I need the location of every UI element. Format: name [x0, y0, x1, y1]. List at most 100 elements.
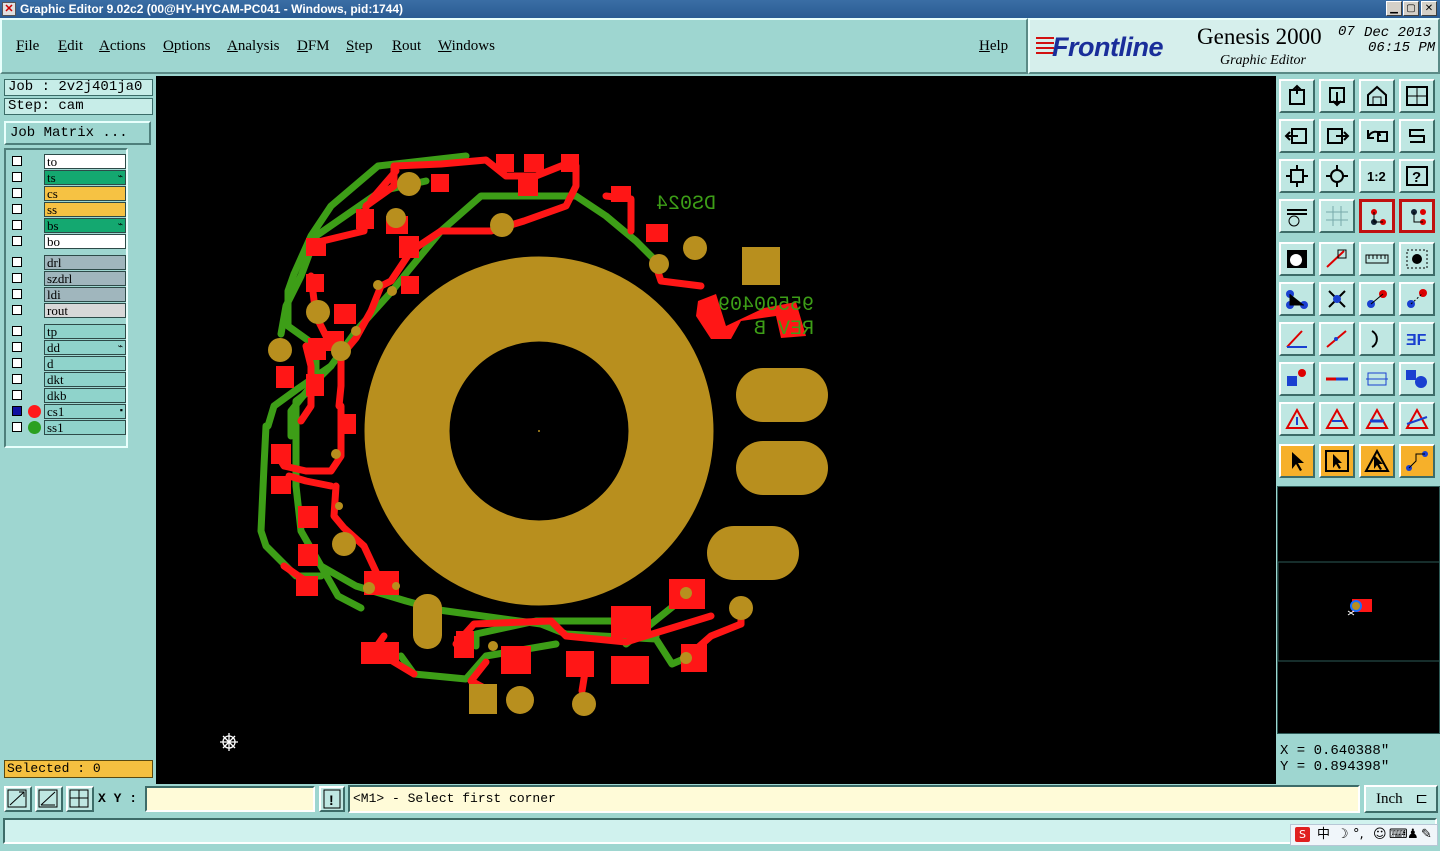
layer-checkbox[interactable] [12, 236, 22, 246]
menu-analysis[interactable]: Analysis [227, 38, 280, 55]
menu-file[interactable]: File [16, 38, 39, 55]
zoom-center-icon[interactable] [1319, 159, 1355, 193]
layer-color-dot[interactable] [28, 405, 41, 418]
zoom-home-icon[interactable] [1279, 79, 1315, 113]
scale-1-2-icon[interactable]: 1:2 [1359, 159, 1395, 193]
layer-checkbox[interactable] [12, 156, 22, 166]
line-add-icon[interactable] [1319, 242, 1355, 276]
layer-name[interactable]: cs1 [44, 404, 126, 419]
layer-checkbox[interactable] [12, 204, 22, 214]
arc-icon[interactable] [1359, 322, 1395, 356]
layer-checkbox[interactable] [12, 342, 22, 352]
layer-checkbox[interactable] [12, 273, 22, 283]
menu-help[interactable]: Help [979, 38, 1008, 55]
layer-row-tp[interactable]: tp [10, 324, 126, 339]
layer-row-cs[interactable]: cs [10, 186, 126, 201]
layer-name[interactable]: bo [44, 234, 126, 249]
palette-tools-icon[interactable] [1279, 199, 1315, 233]
overview-map[interactable] [1277, 486, 1440, 734]
select-pointer-icon[interactable] [1279, 444, 1315, 478]
line-split-icon[interactable] [1319, 362, 1355, 396]
layer-name[interactable]: dkb [44, 388, 126, 403]
exclamation-button[interactable]: ! [319, 786, 345, 812]
layer-row-ts[interactable]: ts ⌁ [10, 170, 126, 185]
layer-name[interactable]: tp [44, 324, 126, 339]
undo-zoom-icon[interactable] [1359, 119, 1395, 153]
snap-diagonal-icon[interactable] [4, 786, 32, 812]
select-connected-icon[interactable] [1399, 444, 1435, 478]
layer-row-ss1[interactable]: ss1 [10, 420, 126, 435]
graphic-canvas[interactable]: DS024 95500409 REV B [156, 76, 1276, 784]
job-matrix-button[interactable]: Job Matrix ... [4, 121, 151, 145]
pcb-view[interactable]: DS024 95500409 REV B [156, 76, 1276, 784]
moon-icon[interactable]: ☽ [1337, 825, 1349, 845]
layer-name[interactable]: to [44, 154, 126, 169]
ime-mode-label[interactable]: 中 [1317, 825, 1330, 845]
layer-name[interactable]: dd [44, 340, 126, 355]
grid-icon[interactable] [1319, 199, 1355, 233]
app-icon[interactable]: ✕ [2, 2, 16, 16]
net-connect-icon[interactable] [1279, 282, 1315, 316]
layer-row-cs1[interactable]: cs1 ▪ [10, 404, 126, 419]
layer-name[interactable]: szdrl [44, 271, 126, 286]
menu-dfm[interactable]: DFM [297, 38, 330, 55]
layer-color-dot[interactable] [28, 421, 41, 434]
layer-checkbox[interactable] [12, 422, 22, 432]
keyboard-icon[interactable]: ⌨ [1389, 825, 1408, 845]
layer-row-d[interactable]: d [10, 356, 126, 371]
layer-checkbox[interactable] [12, 289, 22, 299]
layer-row-dd[interactable]: dd ⌁ [10, 340, 126, 355]
home-view-icon[interactable] [1359, 79, 1395, 113]
menu-actions[interactable]: Actions [99, 38, 146, 55]
angle-line-icon[interactable] [1279, 322, 1315, 356]
ime-toolbar[interactable]: S 中 ☽ °, ☺ ⌨ ♟ ✎ [1290, 824, 1438, 846]
menu-windows[interactable]: Windows [438, 38, 495, 55]
measure-icon[interactable] [1359, 362, 1395, 396]
smiley-icon[interactable]: ☺ [1373, 825, 1387, 845]
redraw-icon[interactable] [1399, 119, 1435, 153]
layer-row-szdrl[interactable]: szdrl [10, 271, 126, 286]
zoom-right-icon[interactable] [1319, 119, 1355, 153]
arrow-triangle-2-icon[interactable] [1319, 402, 1355, 436]
fit-all-icon[interactable] [1279, 159, 1315, 193]
split-view-icon[interactable] [1399, 79, 1435, 113]
layer-checkbox[interactable] [12, 390, 22, 400]
menu-edit[interactable]: Edit [58, 38, 83, 55]
arrow-triangle-4-icon[interactable] [1399, 402, 1435, 436]
snap-center-icon[interactable] [1399, 199, 1435, 233]
layer-checkbox[interactable] [12, 188, 22, 198]
layer-checkbox[interactable] [12, 326, 22, 336]
layer-checkbox[interactable] [12, 358, 22, 368]
layer-row-rout[interactable]: rout [10, 303, 126, 318]
menu-options[interactable]: Options [163, 38, 211, 55]
snap-angle-icon[interactable] [35, 786, 63, 812]
menu-rout[interactable]: Rout [392, 38, 421, 55]
select-net-pointer-icon[interactable] [1359, 444, 1395, 478]
user-icon[interactable]: ♟ [1407, 825, 1419, 845]
snap-grid-icon[interactable] [66, 786, 94, 812]
settings-icon[interactable]: ✎ [1421, 825, 1432, 845]
select-box-icon[interactable] [1399, 242, 1435, 276]
help-query-icon[interactable]: ? [1399, 159, 1435, 193]
pad-shape-icon[interactable] [1279, 242, 1315, 276]
layer-checkbox[interactable] [12, 374, 22, 384]
layer-checkbox[interactable] [12, 406, 22, 416]
layer-row-dkb[interactable]: dkb [10, 388, 126, 403]
layer-checkbox[interactable] [12, 305, 22, 315]
layer-name[interactable]: drl [44, 255, 126, 270]
layer-name[interactable]: rout [44, 303, 126, 318]
layer-name[interactable]: d [44, 356, 126, 371]
maximize-button[interactable]: ▢ [1403, 1, 1419, 16]
unit-selector[interactable]: Inch ⊏ [1364, 785, 1438, 813]
pad-group-icon[interactable] [1399, 362, 1435, 396]
layer-row-ldi[interactable]: ldi [10, 287, 126, 302]
layer-name[interactable]: dkt [44, 372, 126, 387]
mirror-icon[interactable]: ƎF [1399, 322, 1435, 356]
arrow-triangle-3-icon[interactable] [1359, 402, 1395, 436]
arrow-triangle-1-icon[interactable] [1279, 402, 1315, 436]
layer-row-ss[interactable]: ss [10, 202, 126, 217]
xy-input[interactable] [145, 786, 315, 812]
layer-checkbox[interactable] [12, 220, 22, 230]
punctuation-icon[interactable]: °, [1353, 825, 1364, 845]
pad-drill-icon[interactable] [1279, 362, 1315, 396]
